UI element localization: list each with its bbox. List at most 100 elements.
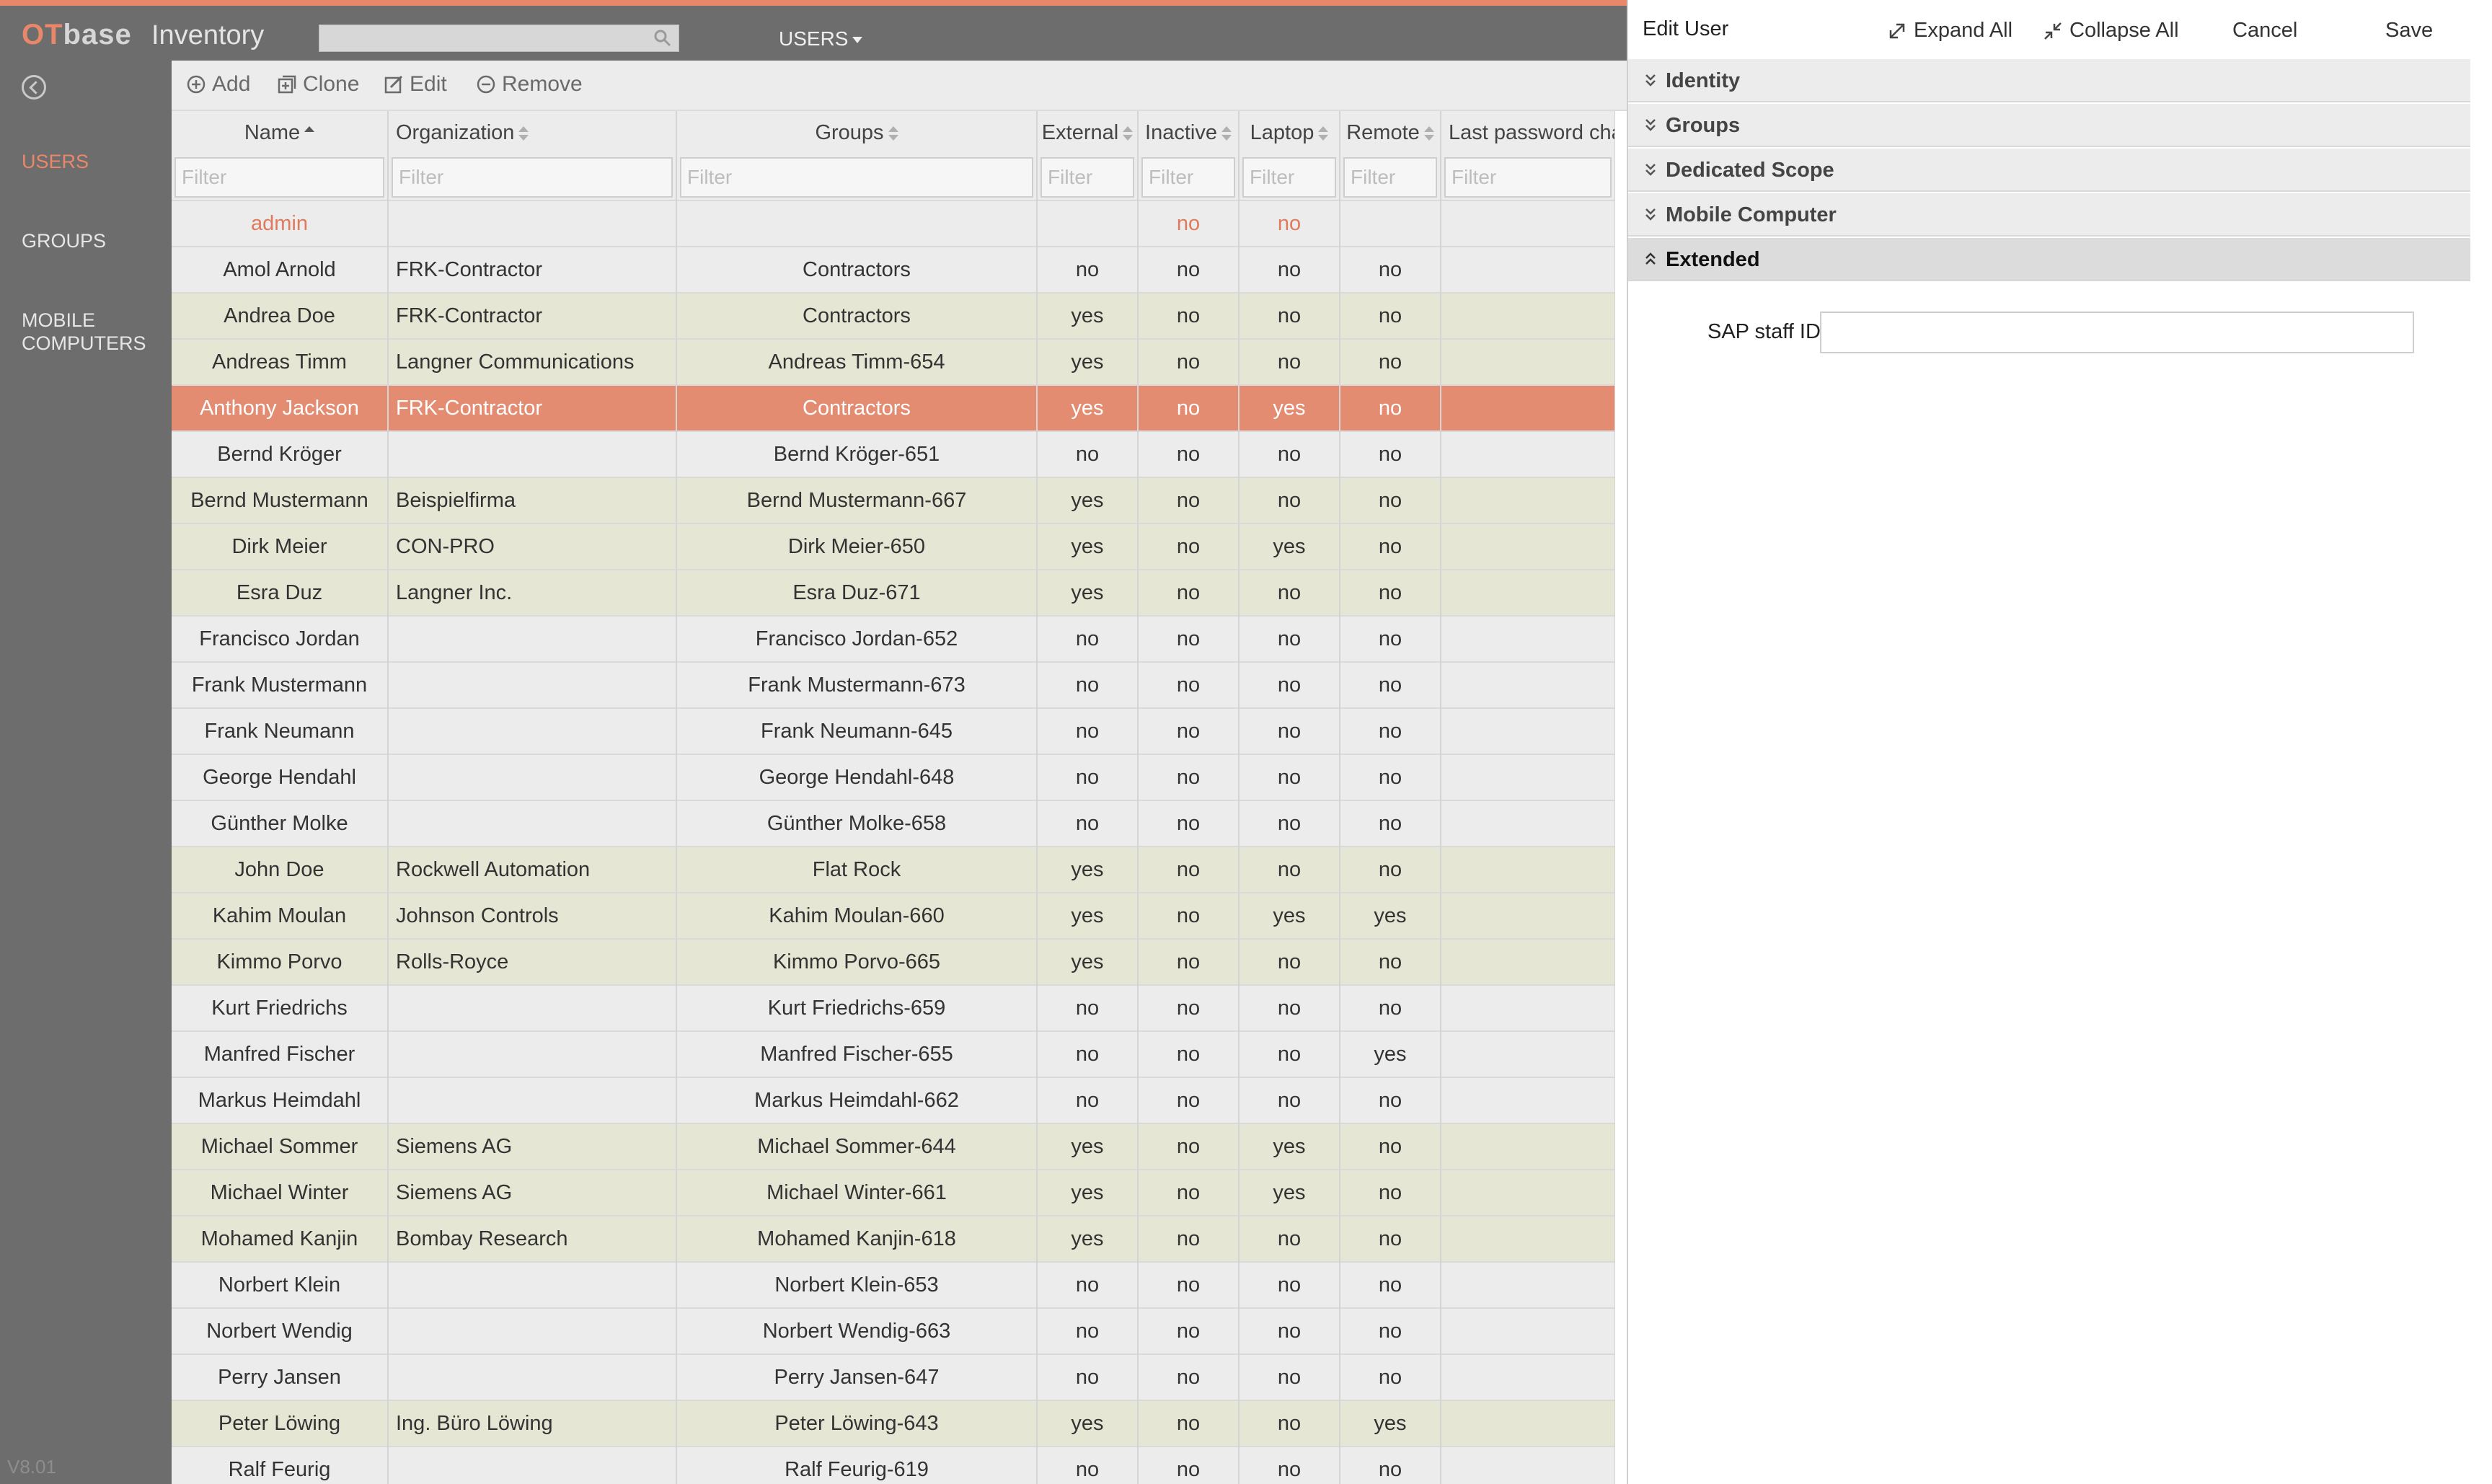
table-row[interactable]: Michael Sommer Siemens AG Michael Sommer-6… (172, 1123, 1615, 1170)
table-row[interactable]: Ralf Feurig Ralf Feurig-619 no no no no (172, 1446, 1615, 1484)
cell-name: Mohamed Kanjin (172, 1215, 389, 1262)
table-row[interactable]: Markus Heimdahl Markus Heimdahl-662 no no no… (172, 1077, 1615, 1123)
cell-remote: no (1340, 1169, 1441, 1216)
table-row[interactable]: Perry Jansen Perry Jansen-647 no no no no (172, 1353, 1615, 1400)
cell-inactive: no (1138, 615, 1240, 662)
filter-last-password-input[interactable]: Filter (1444, 156, 1612, 198)
cell-name: George Hendahl (172, 754, 389, 800)
cell-name: Bernd Kröger (172, 430, 389, 477)
cell-laptop: no (1239, 846, 1340, 893)
cell-last-password-change (1441, 200, 1615, 247)
cell-name: Dirk Meier (172, 523, 389, 570)
table-row[interactable]: George Hendahl George Hendahl-648 no no no no (172, 754, 1615, 800)
filter-organization-input[interactable]: Filter (392, 156, 673, 198)
table-row[interactable]: Norbert Klein Norbert Klein-653 no no no no (172, 1261, 1615, 1308)
clone-button[interactable]: Clone (277, 72, 359, 97)
column-header-remote[interactable]: Remote (1340, 111, 1441, 154)
cell-last-password-change (1441, 430, 1615, 477)
column-header-laptop[interactable]: Laptop (1239, 111, 1340, 154)
table-row[interactable]: Francisco Jordan Francisco Jordan-652 no no… (172, 615, 1615, 662)
table-row[interactable]: Andrea Doe FRK-Contractor Contractors yes no… (172, 292, 1615, 339)
cell-organization (388, 1261, 677, 1308)
section-extended[interactable]: Extended (1628, 238, 2470, 281)
cell-inactive: no (1138, 1169, 1240, 1216)
table-row[interactable]: admin no no (172, 200, 1615, 247)
section-dedicated-scope[interactable]: Dedicated Scope (1628, 149, 2470, 192)
chevron-down-icon (852, 37, 863, 44)
column-header-organization[interactable]: Organization (388, 111, 677, 154)
edit-label: Edit (410, 72, 447, 96)
section-identity[interactable]: Identity (1628, 59, 2470, 102)
table-row[interactable]: Peter Löwing Ing. Büro Löwing Peter Löwing… (172, 1400, 1615, 1447)
sort-icon (888, 125, 898, 141)
cell-name: Perry Jansen (172, 1353, 389, 1400)
column-header-external[interactable]: External (1037, 111, 1139, 154)
filter-remote-input[interactable]: Filter (1343, 156, 1437, 198)
cell-organization (388, 1077, 677, 1123)
table-row[interactable]: Esra Duz Langner Inc. Esra Duz-671 yes no no n… (172, 569, 1615, 616)
column-header-inactive[interactable]: Inactive (1138, 111, 1240, 154)
table-row[interactable]: Kimmo Porvo Rolls-Royce Kimmo Porvo-665 yes… (172, 938, 1615, 985)
filter-cell: Filter (1037, 154, 1139, 200)
section-groups[interactable]: Groups (1628, 104, 2470, 147)
table-row[interactable]: Bernd Kröger Bernd Kröger-651 no no no no (172, 430, 1615, 477)
column-header-name[interactable]: Name (172, 111, 389, 154)
cell-remote: no (1340, 1123, 1441, 1170)
filter-inactive-input[interactable]: Filter (1141, 156, 1235, 198)
cell-groups: Frank Neumann-645 (676, 707, 1038, 754)
table-row[interactable]: Manfred Fischer Manfred Fischer-655 no no no… (172, 1030, 1615, 1077)
table-row[interactable]: Frank Neumann Frank Neumann-645 no no no no (172, 707, 1615, 754)
table-row-selected[interactable]: Anthony Jackson FRK-Contractor Contractors… (172, 384, 1615, 431)
cell-groups: Bernd Mustermann-667 (676, 477, 1038, 524)
edit-button[interactable]: Edit (384, 72, 447, 97)
expand-all-button[interactable]: Expand All (1886, 19, 2012, 43)
cell-name: Kimmo Porvo (172, 938, 389, 985)
filter-name-input[interactable]: Filter (174, 156, 384, 198)
cell-organization: Siemens AG (388, 1169, 677, 1216)
cell-groups: Kahim Moulan-660 (676, 892, 1038, 939)
filter-groups-input[interactable]: Filter (680, 156, 1033, 198)
table-row[interactable]: Andreas Timm Langner Communications Andrea… (172, 338, 1615, 385)
cell-last-password-change (1441, 338, 1615, 385)
collapse-all-button[interactable]: Collapse All (2042, 19, 2179, 43)
table-row[interactable]: Kurt Friedrichs Kurt Friedrichs-659 no no no… (172, 984, 1615, 1031)
table-row[interactable]: Dirk Meier CON-PRO Dirk Meier-650 yes no yes n… (172, 523, 1615, 570)
sidebar-item-users[interactable]: USERS (22, 150, 166, 173)
search-icon[interactable] (653, 28, 673, 48)
add-button[interactable]: Add (186, 72, 250, 97)
table-row[interactable]: Günther Molke Günther Molke-658 no no no no (172, 800, 1615, 847)
table-row[interactable]: John Doe Rockwell Automation Flat Rock yes n… (172, 846, 1615, 893)
table-row[interactable]: Amol Arnold FRK-Contractor Contractors no no… (172, 246, 1615, 293)
sidebar-item-mobile-computers[interactable]: MOBILE COMPUTERS (22, 309, 166, 355)
column-header-groups[interactable]: Groups (676, 111, 1038, 154)
cell-external: yes (1037, 292, 1139, 339)
nav-menu-users[interactable]: USERS (779, 27, 863, 50)
cell-laptop: no (1239, 246, 1340, 293)
cell-laptop: no (1239, 292, 1340, 339)
table-row[interactable]: Bernd Mustermann Beispielfirma Bernd Muste… (172, 477, 1615, 524)
cancel-button[interactable]: Cancel (2232, 19, 2297, 43)
section-mobile-computer[interactable]: Mobile Computer (1628, 193, 2470, 237)
filter-laptop-input[interactable]: Filter (1242, 156, 1336, 198)
table-row[interactable]: Frank Mustermann Frank Mustermann-673 no no… (172, 661, 1615, 708)
save-button[interactable]: Save (2385, 19, 2433, 43)
collapse-sidebar-icon[interactable] (22, 75, 46, 100)
column-header-last-password-change[interactable]: Last password cha (1441, 111, 1615, 154)
table-row[interactable]: Michael Winter Siemens AG Michael Winter-6… (172, 1169, 1615, 1216)
cell-groups: Günther Molke-658 (676, 800, 1038, 847)
table-row[interactable]: Mohamed Kanjin Bombay Research Mohamed Kan… (172, 1215, 1615, 1262)
cell-groups: Andreas Timm-654 (676, 338, 1038, 385)
global-search-input[interactable] (319, 25, 679, 52)
cell-last-password-change (1441, 1169, 1615, 1216)
sap-staff-id-label: SAP staff ID (1707, 320, 1821, 343)
otbase-logo[interactable]: OTbase (22, 19, 132, 51)
panel-header: Edit User Expand All Collapse All Cancel… (1628, 0, 2492, 61)
sidebar-item-groups[interactable]: GROUPS (22, 229, 166, 252)
sap-staff-id-input[interactable] (1820, 312, 2414, 353)
cell-organization: FRK-Contractor (388, 384, 677, 431)
table-row[interactable]: Kahim Moulan Johnson Controls Kahim Moulan… (172, 892, 1615, 939)
remove-button[interactable]: Remove (476, 72, 583, 97)
filter-external-input[interactable]: Filter (1040, 156, 1134, 198)
sort-icon (1318, 125, 1329, 141)
table-row[interactable]: Norbert Wendig Norbert Wendig-663 no no no no (172, 1307, 1615, 1354)
